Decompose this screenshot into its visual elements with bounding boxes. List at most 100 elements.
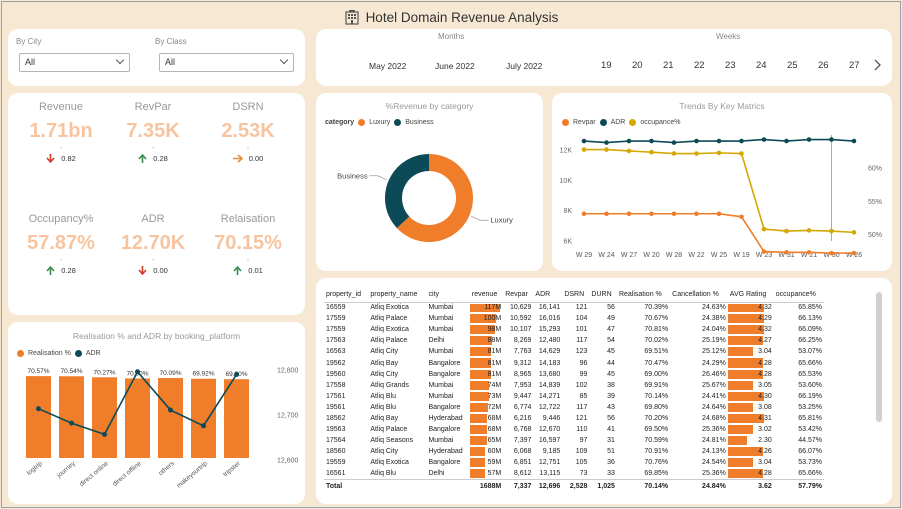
table-row[interactable]: 17561 Atliq Blu Mumbai 73M 9,447 14,271 85 39 70… <box>324 391 824 402</box>
kpi-revenue: Revenue 1.71bn - 0.82 <box>11 101 111 163</box>
table-cell: 66.09% <box>798 326 822 334</box>
arrow-right-icon <box>232 154 243 163</box>
table-cell: 44.57% <box>798 437 822 445</box>
table-row[interactable]: 19562 Atliq Bay Bangalore 81M 9,312 14,183 96 4… <box>324 357 824 368</box>
bar-direct-offline <box>125 378 150 458</box>
column-header[interactable]: Realisation % <box>616 288 671 303</box>
week-item[interactable]: 26 <box>818 60 829 71</box>
table-cell: 19559 <box>326 459 346 467</box>
table-cell: 24.63% <box>702 304 726 312</box>
rating-bar <box>727 380 754 390</box>
x-tick-label: makeyourtrip <box>175 460 209 490</box>
table-cell: 69.91% <box>644 381 669 389</box>
week-item[interactable]: 25 <box>787 60 798 71</box>
week-item[interactable]: 19 <box>601 60 612 71</box>
table-cell: 16559 <box>326 304 346 312</box>
series-point <box>604 140 609 145</box>
kpi-adr: ADR 12.70K - 0.00 <box>103 213 203 275</box>
week-item[interactable]: 27 <box>849 60 860 71</box>
column-header[interactable]: property_name <box>368 288 427 303</box>
total-cell: 1688M <box>469 479 504 494</box>
kpi-label: Relaisation <box>220 213 276 225</box>
x-tick-label: W 20 <box>643 252 659 259</box>
table-cell: 17564 <box>326 437 346 445</box>
table-row[interactable]: 17563 Atliq Palace Delhi 88M 8,269 12,480 117 5… <box>324 335 824 346</box>
bar-tripster <box>224 379 249 458</box>
month-item[interactable]: July 2022 <box>506 61 542 71</box>
table-cell: 100M <box>469 313 503 324</box>
week-item[interactable]: 24 <box>756 60 767 71</box>
column-header[interactable]: property_id <box>324 288 369 303</box>
series-point <box>806 228 812 233</box>
table-cell: 110 <box>576 426 588 434</box>
table-cell: 24.81% <box>702 437 726 445</box>
table-cell: 4.26 <box>727 446 774 457</box>
series-point <box>851 138 857 144</box>
week-item[interactable]: 22 <box>694 60 705 71</box>
table-cell: 8,965 <box>513 370 532 378</box>
class-dropdown[interactable]: All <box>159 53 294 72</box>
adr-point <box>201 423 206 429</box>
table-row[interactable]: 19560 Atliq City Bangalore 81M 8,965 13,680 99… <box>324 369 824 380</box>
month-item[interactable]: June 2022 <box>435 61 475 71</box>
table-row[interactable]: 17559 Atliq Palace Mumbai 100M 10,592 16,016 1… <box>324 313 824 324</box>
kpi-value: 1.71bn <box>29 120 93 142</box>
city-dropdown[interactable]: All <box>19 53 130 72</box>
table-cell: 123 <box>575 348 588 356</box>
table-cell: 31 <box>607 437 615 445</box>
column-header[interactable]: ADR <box>533 288 563 303</box>
table-row[interactable]: 18562 Atliq Bay Hyderabad 68M 6,216 9,446 121 5… <box>324 413 824 424</box>
table-cell: 44 <box>607 359 615 367</box>
table-row[interactable]: 19561 Atliq Blu Bangalore 72M 6,774 12,722 117… <box>324 402 824 413</box>
kpi-delta: 0.28 <box>103 154 203 163</box>
trends-chart: 12K 10K 8K 6K 60% 55% 50% W 29 W 24 W 27 W 20 W 28 W… <box>560 135 882 259</box>
table-cell: 117 <box>576 403 588 411</box>
table-scrollbar[interactable] <box>876 292 882 422</box>
series-point <box>604 147 609 152</box>
table-cell: Mumbai <box>428 315 454 323</box>
cell-value: 4.26 <box>758 448 772 456</box>
legend-dot <box>562 119 569 126</box>
table-row[interactable]: 16559 Atliq Exotica Mumbai 117M 10,629 16,141… <box>324 302 824 313</box>
city-dropdown-value: All <box>25 57 36 67</box>
table-row[interactable]: 19563 Atliq Palace Bangalore 68M 6,768 12,670… <box>324 424 824 435</box>
column-header[interactable]: city <box>426 288 470 303</box>
kpi-placeholder: - <box>151 145 155 152</box>
table-cell: Atliq City <box>370 448 398 456</box>
table-row[interactable]: 16563 Atliq City Mumbai 81M 7,763 14,629 123 45… <box>324 346 824 357</box>
series-point <box>626 211 632 217</box>
column-header[interactable]: DSRN <box>562 288 590 303</box>
column-header[interactable]: Cancellation % <box>670 288 728 303</box>
column-header[interactable]: AVG Rating <box>727 288 774 303</box>
week-item[interactable]: 23 <box>725 60 736 71</box>
adr-point <box>168 407 173 413</box>
column-header[interactable]: revenue <box>469 288 504 303</box>
kpi-occupancy: Occupancy% 57.87% - 0.28 <box>11 213 111 275</box>
table-cell: 54 <box>607 337 615 345</box>
chevron-right-icon[interactable] <box>872 58 882 72</box>
table-cell: 70.67% <box>644 315 669 323</box>
kpi-delta-value: 0.00 <box>153 266 168 275</box>
table-row[interactable]: 19559 Atliq Exotica Bangalore 59M 6,851 12,75… <box>324 457 824 468</box>
table-row[interactable]: 16561 Atliq Blu Delhi 57M 8,612 13,115 73 33 69.… <box>324 468 824 479</box>
adr-point <box>135 369 140 375</box>
revenue-bar <box>469 402 489 412</box>
y2-tick-label: 60% <box>868 166 882 173</box>
table-row[interactable]: 17564 Atliq Seasons Mumbai 65M 7,397 16,597 97… <box>324 435 824 446</box>
table-cell: 25.67% <box>702 381 726 389</box>
table-cell: 3.08 <box>727 402 774 413</box>
table-row[interactable]: 17559 Atliq Exotica Mumbai 98M 10,107 15,293 1… <box>324 324 824 335</box>
column-header[interactable]: occupance% <box>773 288 824 303</box>
table-cell: 4.28 <box>727 357 774 368</box>
column-header[interactable]: DURN <box>589 288 617 303</box>
month-item[interactable]: May 2022 <box>369 61 406 71</box>
table-cell: 4.29 <box>727 313 774 324</box>
series-point <box>784 250 789 255</box>
table-row[interactable]: 17558 Atliq Grands Mumbai 74M 7,953 14,839 102… <box>324 380 824 391</box>
filters-card: By City All By Class All <box>8 29 305 86</box>
column-header[interactable]: Revpar <box>503 288 534 303</box>
cell-value: 72M <box>487 403 502 411</box>
week-item[interactable]: 21 <box>663 60 674 71</box>
week-item[interactable]: 20 <box>632 60 643 71</box>
table-row[interactable]: 18560 Atliq City Hyderabad 60M 6,068 9,185 109… <box>324 446 824 457</box>
